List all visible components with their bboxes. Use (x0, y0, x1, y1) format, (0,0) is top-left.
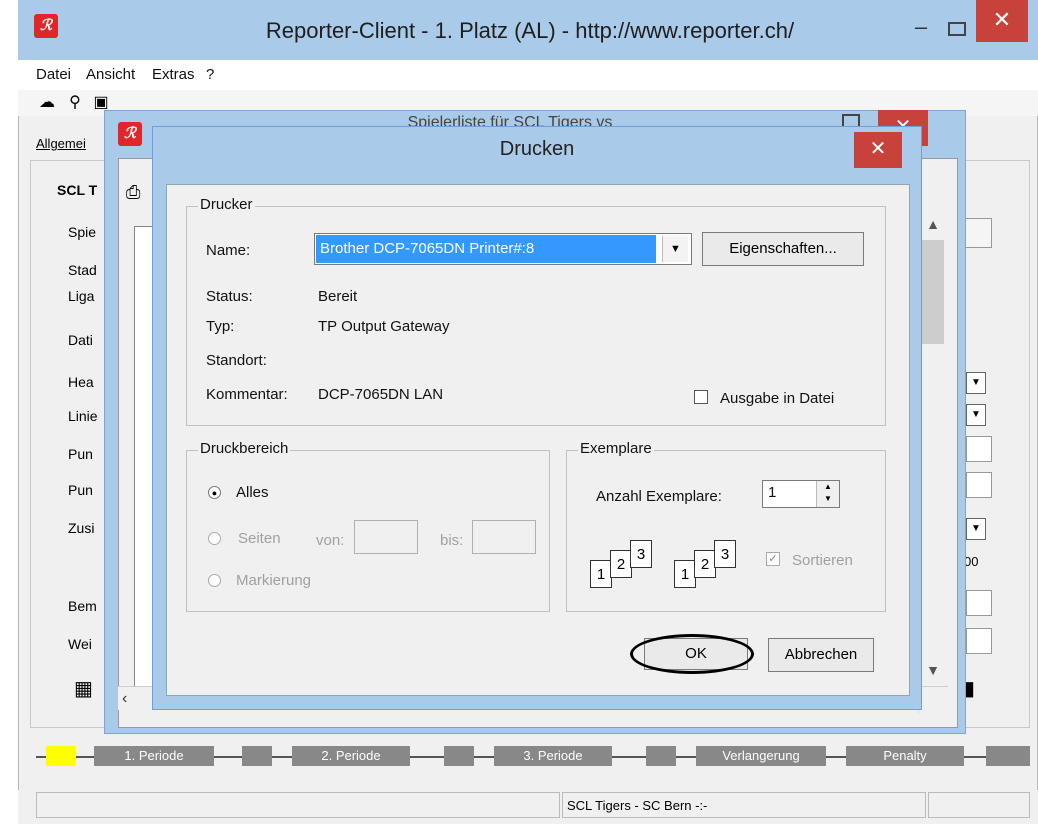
range-from-input[interactable] (354, 520, 418, 554)
app-logo-icon: ℛ (34, 14, 58, 38)
right-field[interactable] (966, 472, 992, 498)
status-cell-center: SCL Tigers - SC Bern -:- (562, 792, 926, 818)
scroll-up-icon[interactable]: ▲ (922, 216, 944, 232)
comment-value: DCP-7065DN LAN (318, 386, 444, 403)
period-end[interactable] (986, 746, 1030, 766)
comment-label: Kommentar: (206, 386, 288, 403)
status-value: Bereit (318, 288, 358, 305)
scroll-thumb[interactable] (922, 240, 944, 344)
bg-label: Hea (68, 374, 94, 390)
group-title: SCL T (54, 182, 101, 198)
range-selection-label[interactable]: Markierung (236, 572, 311, 589)
status-label: Status: (206, 288, 253, 305)
maximize-icon (948, 22, 966, 36)
period-1[interactable]: 1. Periode (94, 746, 214, 766)
printer-name-label: Name: (206, 242, 251, 259)
period-2[interactable]: 2. Periode (292, 746, 410, 766)
spinner-arrows-icon[interactable]: ▲ ▼ (816, 481, 839, 507)
range-to-label: bis: (440, 532, 464, 549)
right-field[interactable] (966, 436, 992, 462)
search-icon[interactable]: ⚲ (64, 92, 86, 114)
page-2: 2 (610, 550, 632, 578)
status-cell-right (928, 792, 1030, 818)
main-window-title: Reporter-Client - 1. Platz (AL) - http:/… (265, 18, 795, 43)
type-value: TP Output Gateway (318, 318, 450, 335)
collate-pages-icon: 1 2 3 (586, 534, 664, 596)
copies-count-value[interactable]: 1 (768, 484, 776, 501)
period-break[interactable] (242, 746, 272, 766)
bg-label: Zusi (68, 520, 95, 536)
printer-group-legend: Drucker (198, 196, 255, 213)
bg-label: Dati (68, 332, 93, 348)
print-dialog-close-button[interactable]: ✕ (854, 132, 902, 168)
range-pages-radio[interactable] (208, 532, 221, 545)
cancel-button[interactable]: Abbrechen (768, 638, 874, 672)
bg-label: Linie (68, 408, 98, 424)
collate-checkbox[interactable]: ✓ (766, 552, 780, 566)
scroll-down-icon[interactable]: ▼ (922, 662, 944, 678)
bg-label: Spie (68, 224, 97, 240)
menu-extras[interactable]: Extras (152, 66, 195, 83)
range-to-input[interactable] (472, 520, 536, 554)
bg-label: Wei (68, 636, 92, 652)
close-button[interactable]: ✕ (976, 0, 1028, 42)
range-pages-label[interactable]: Seiten (238, 530, 281, 547)
tab-allgemein[interactable]: Allgemei (36, 136, 86, 151)
scroll-left-icon[interactable]: ‹ (122, 690, 127, 708)
page-3: 3 (630, 540, 652, 568)
period-marker-active[interactable] (46, 746, 76, 766)
print-range-legend: Druckbereich (198, 440, 291, 457)
range-all-label[interactable]: Alles (236, 484, 269, 501)
cloud-upload-icon[interactable]: ☁ (36, 92, 58, 114)
type-label: Typ: (206, 318, 235, 335)
period-overtime[interactable]: Verlangerung (696, 746, 826, 766)
range-all-radio[interactable]: ● (208, 486, 221, 499)
location-label: Standort: (206, 352, 267, 369)
print-to-file-label[interactable]: Ausgabe in Datei (720, 390, 834, 407)
bg-label: Stad (68, 262, 97, 278)
menu-ansicht[interactable]: Ansicht (86, 66, 135, 83)
page-1: 1 (674, 560, 696, 588)
minimize-button[interactable]: – (906, 14, 936, 44)
bg-label: Pun (68, 482, 93, 498)
right-dropdown[interactable]: ▼ (966, 404, 986, 426)
printer-name-value[interactable]: Brother DCP-7065DN Printer#:8 (316, 235, 656, 263)
right-field[interactable] (966, 628, 992, 654)
period-penalty[interactable]: Penalty (846, 746, 964, 766)
bg-label: Bem (68, 598, 97, 614)
copies-count-label: Anzahl Exemplare: (596, 488, 722, 505)
status-cell-left (36, 792, 560, 818)
right-dropdown[interactable]: ▼ (966, 372, 986, 394)
bg-label: Pun (68, 446, 93, 462)
properties-button[interactable]: Eigenschaften... (702, 232, 864, 266)
right-value: 00 (964, 554, 979, 569)
chevron-down-icon[interactable]: ▼ (662, 236, 688, 262)
collate-label[interactable]: Sortieren (792, 552, 853, 569)
bg-label: Liga (68, 288, 95, 304)
right-dropdown[interactable]: ▼ (966, 518, 986, 540)
page-2: 2 (694, 550, 716, 578)
ok-highlight-annotation (630, 634, 754, 674)
collate-pages-icon: 1 2 3 (670, 534, 748, 596)
range-from-label: von: (316, 532, 345, 549)
menu-help[interactable]: ? (206, 66, 214, 83)
print-to-file-checkbox[interactable] (694, 390, 708, 404)
period-break[interactable] (646, 746, 676, 766)
page-3: 3 (714, 540, 736, 568)
page-1: 1 (590, 560, 612, 588)
spielerliste-logo-icon: ℛ (118, 122, 142, 146)
printer-icon[interactable]: ⎙ (126, 182, 140, 203)
period-break[interactable] (444, 746, 474, 766)
period-strip: 1. Periode 2. Periode 3. Periode Verlang… (36, 742, 1030, 766)
print-dialog-title: Drucken (499, 138, 575, 160)
calendar-icon[interactable]: ▦ (74, 676, 93, 701)
menu-datei[interactable]: Datei (36, 66, 71, 83)
period-3[interactable]: 3. Periode (494, 746, 612, 766)
right-field[interactable] (966, 590, 992, 616)
maximize-button[interactable] (942, 14, 972, 44)
range-selection-radio[interactable] (208, 574, 221, 587)
copies-legend: Exemplare (578, 440, 654, 457)
